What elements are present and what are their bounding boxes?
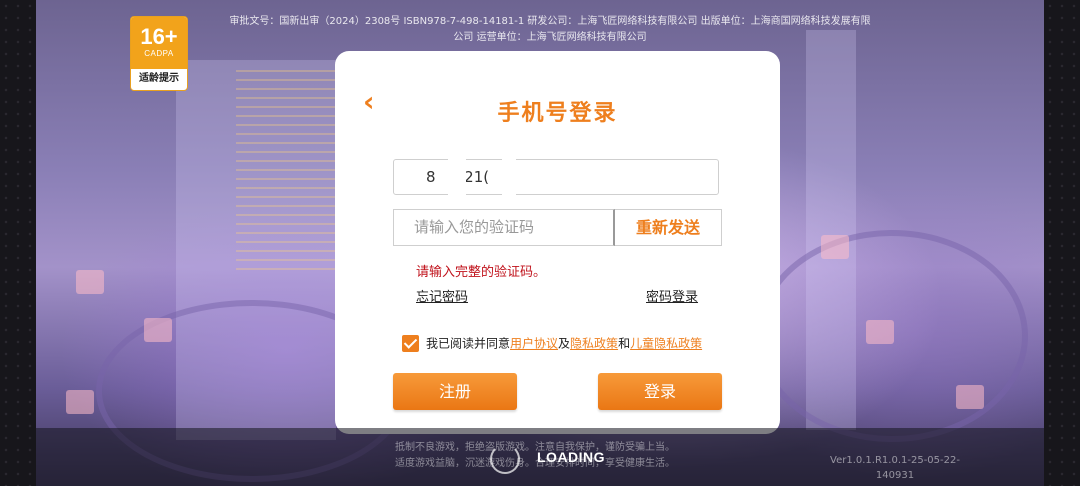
user-agreement-link[interactable]: 用户协议: [510, 337, 558, 351]
phone-input[interactable]: 8 721(: [393, 154, 719, 200]
version-line: 140931: [875, 470, 915, 481]
loading-spinner-icon: [490, 444, 520, 474]
chair-shape: [76, 270, 104, 294]
version-line: Ver1.0.1.R1.0.1-25-05-22-: [830, 455, 960, 466]
agreement-row: 我已阅读并同意用户协议及隐私政策和儿童隐私政策: [402, 334, 702, 353]
health-line: 适度游戏益脑，沉迷游戏伤身。合理安排时间，享受健康生活。: [395, 458, 675, 469]
age-rating-badge: 16+ CADPA 适龄提示: [130, 16, 188, 91]
license-line: 公司 运营单位：上海飞匠网络科技有限公司: [453, 32, 647, 43]
license-info: 审批文号：国新出审（2024）2308号 ISBN978-7-498-14181…: [190, 14, 910, 46]
right-border-pattern: [1044, 0, 1080, 486]
login-button[interactable]: 登录: [598, 373, 722, 410]
verification-code-placeholder: 请输入您的验证码: [414, 218, 535, 236]
verification-row: 请输入您的验证码 重新发送: [393, 209, 722, 246]
age-rating-org: CADPA: [144, 49, 174, 58]
chair-shape: [956, 385, 984, 409]
health-notice: 抵制不良游戏，拒绝盗版游戏。注意自我保护，谨防受骗上当。 适度游戏益脑，沉迷游戏…: [380, 440, 690, 472]
version-info: Ver1.0.1.R1.0.1-25-05-22- 140931: [820, 453, 970, 483]
verification-code-input[interactable]: 请输入您的验证码: [393, 209, 615, 246]
chair-shape: [66, 390, 94, 414]
and-text: 和: [618, 336, 631, 351]
login-dialog: ‹ 手机号登录 8 721( 请输入您的验证码 重新发送 请输入完整的验证码。 …: [335, 51, 780, 434]
code-wall-glow: [236, 70, 346, 270]
and-text: 及: [558, 336, 571, 351]
child-privacy-link[interactable]: 儿童隐私政策: [630, 337, 702, 351]
chair-shape: [144, 318, 172, 342]
agree-text: 我已阅读并同意: [426, 336, 511, 351]
license-line: 审批文号：国新出审（2024）2308号 ISBN978-7-498-14181…: [229, 16, 871, 27]
chair-shape: [866, 320, 894, 344]
health-line: 抵制不良游戏，拒绝盗版游戏。注意自我保护，谨防受骗上当。: [395, 442, 675, 453]
dialog-title: 手机号登录: [497, 101, 618, 126]
error-message: 请输入完整的验证码。: [416, 265, 547, 280]
left-border-pattern: [0, 0, 36, 486]
forgot-password-link[interactable]: 忘记密码: [416, 286, 468, 305]
register-button[interactable]: 注册: [393, 373, 517, 410]
age-rating-value: 16+: [140, 24, 178, 49]
loading-text: LOADING: [537, 449, 606, 465]
age-rating-tip: 适龄提示: [139, 73, 179, 84]
chair-shape: [821, 235, 849, 259]
agree-checkbox[interactable]: [402, 335, 419, 352]
resend-code-button[interactable]: 重新发送: [615, 209, 722, 246]
privacy-policy-link[interactable]: 隐私政策: [570, 337, 618, 351]
password-login-link[interactable]: 密码登录: [646, 286, 698, 305]
